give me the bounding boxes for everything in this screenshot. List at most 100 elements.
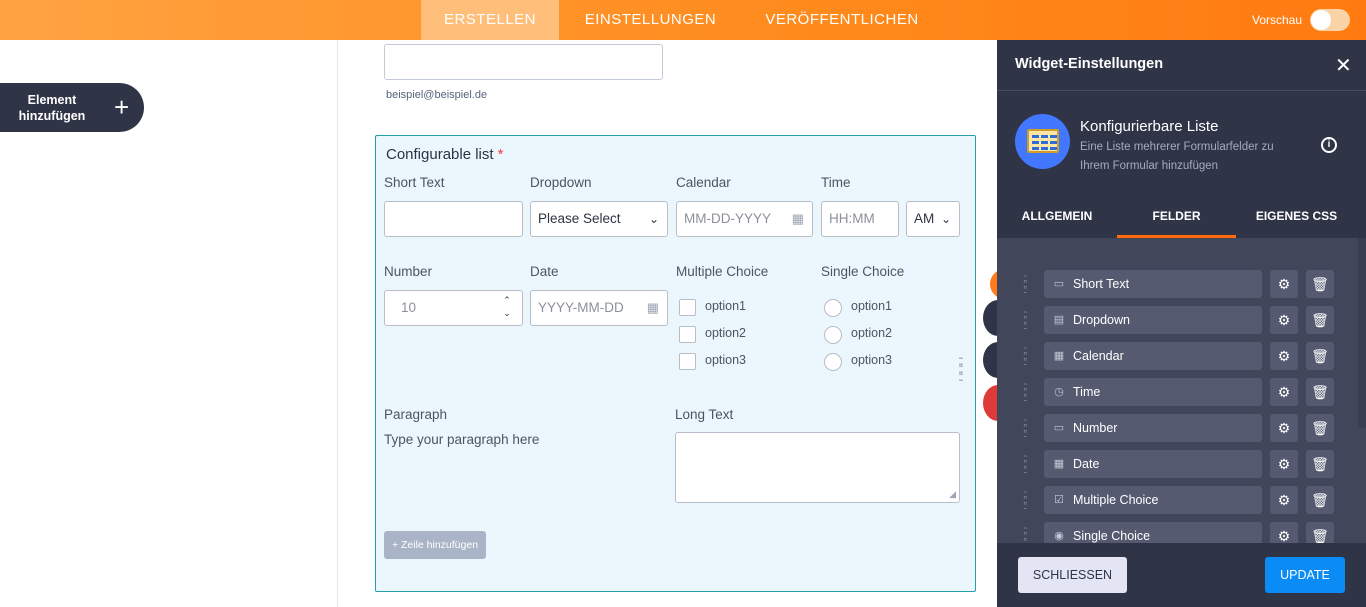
short-text-input[interactable]	[384, 201, 523, 237]
field-row[interactable]: :::::: Calendar ▦ ⚙ 🗑	[1020, 342, 1340, 370]
add-row-button[interactable]: + Zeile hinzufügen	[384, 531, 486, 559]
gear-icon[interactable]: ⚙	[1270, 522, 1298, 543]
gear-icon[interactable]: ⚙	[1270, 486, 1298, 514]
add-element-button[interactable]: Element hinzufügen +	[0, 83, 144, 132]
short-text-icon: ▭	[1053, 278, 1065, 290]
checkbox-option3-label: option3	[705, 353, 747, 367]
dropdown-select[interactable]: Please Select ⌄	[530, 201, 668, 237]
drag-handle-icon[interactable]: ::::::	[1023, 490, 1027, 512]
radio-option3[interactable]	[824, 353, 842, 371]
field-name-text: Multiple Choice	[1073, 493, 1159, 507]
list-title-text: Configurable list	[386, 146, 494, 163]
checkbox-option1[interactable]	[679, 299, 696, 316]
trash-icon[interactable]: 🗑	[1306, 414, 1334, 442]
trash-icon[interactable]: 🗑	[1306, 378, 1334, 406]
trash-icon[interactable]: 🗑	[1306, 486, 1334, 514]
field-list: :::::: Short Text ▭ ⚙ 🗑:::::: Dropdown ▤ ⚙ 🗑::::…	[997, 238, 1366, 543]
drag-handle-icon[interactable]: ::::::	[1023, 346, 1027, 368]
tab-erstellen[interactable]: ERSTELLEN	[421, 0, 559, 40]
trash-icon[interactable]: 🗑	[1306, 522, 1334, 543]
calendar-placeholder: MM-DD-YYYY	[684, 211, 771, 226]
info-icon[interactable]: i	[1321, 137, 1337, 153]
gear-icon[interactable]: ⚙	[1270, 270, 1298, 298]
calendar-icon: ▦	[1053, 458, 1065, 470]
radio-option2[interactable]	[824, 326, 842, 344]
widget-description: Eine Liste mehrerer Formularfelder zu Ih…	[1080, 141, 1274, 172]
field-name: Multiple Choice	[1044, 486, 1262, 514]
close-button[interactable]: SCHLIESSEN	[1018, 557, 1127, 593]
calendar-icon[interactable]: ▦	[792, 202, 804, 236]
checkbox-option1-label: option1	[705, 299, 747, 313]
radio-option3-label: option3	[851, 353, 893, 367]
tab-allgemein[interactable]: ALLGEMEIN	[1004, 195, 1110, 238]
calendar-icon: ▦	[1053, 350, 1065, 362]
trash-icon[interactable]: 🗑	[1306, 270, 1334, 298]
tab-eigenes-css[interactable]: EIGENES CSS	[1244, 195, 1349, 238]
col-label-dropdown: Dropdown	[530, 175, 592, 190]
drag-handle-icon[interactable]: ::::::	[1023, 418, 1027, 440]
field-row[interactable]: :::::: Time ◷ ⚙ 🗑	[1020, 378, 1340, 406]
trash-icon[interactable]: 🗑	[1306, 450, 1334, 478]
drag-handle-icon[interactable]: ::::::	[1023, 382, 1027, 404]
list-card-icon	[1027, 129, 1059, 153]
number-spinner-icon[interactable]: ⌃ ⌄	[502, 294, 512, 320]
radio-option1-label: option1	[851, 299, 893, 313]
time-placeholder: HH:MM	[829, 211, 875, 226]
gear-icon[interactable]: ⚙	[1270, 378, 1298, 406]
time-input[interactable]: HH:MM	[821, 201, 899, 237]
tab-veroeffentlichen[interactable]: VERÖFFENTLICHEN	[752, 0, 932, 40]
checkbox-option3[interactable]	[679, 353, 696, 370]
radio-option1[interactable]	[824, 299, 842, 317]
drag-handle-icon[interactable]: ::::::	[958, 353, 964, 383]
field-name-text: Number	[1073, 421, 1118, 435]
field-row[interactable]: :::::: Number ▭ ⚙ 🗑	[1020, 414, 1340, 442]
number-placeholder: 10	[401, 300, 417, 315]
resize-grip-icon[interactable]: ◢	[949, 489, 956, 500]
field-name: Number	[1044, 414, 1262, 442]
gear-icon[interactable]: ⚙	[1270, 342, 1298, 370]
field-name-text: Date	[1073, 457, 1100, 471]
chevron-down-icon: ⌄	[940, 212, 951, 226]
drag-handle-icon[interactable]: ::::::	[1023, 454, 1027, 476]
dropdown-value: Please Select	[538, 211, 621, 226]
field-name-text: Calendar	[1073, 349, 1124, 363]
drag-handle-icon[interactable]: ::::::	[1023, 310, 1027, 332]
panel-title: Widget-Einstellungen	[1015, 56, 1164, 72]
checkbox-option2[interactable]	[679, 326, 696, 343]
widget-list-icon	[1015, 114, 1070, 169]
list-title: Configurable list *	[386, 146, 503, 163]
field-row[interactable]: :::::: Short Text ▭ ⚙ 🗑	[1020, 270, 1340, 298]
field-name-text: Single Choice	[1073, 529, 1151, 543]
email-field[interactable]	[384, 44, 663, 80]
gear-icon[interactable]: ⚙	[1270, 306, 1298, 334]
field-row[interactable]: :::::: Dropdown ▤ ⚙ 🗑	[1020, 306, 1340, 334]
preview-toggle[interactable]	[1310, 9, 1350, 31]
ampm-select[interactable]: AM ⌄	[906, 201, 960, 237]
number-icon: ▭	[1053, 422, 1065, 434]
close-icon[interactable]: ✕	[1335, 53, 1352, 78]
tab-einstellungen[interactable]: EINSTELLUNGEN	[568, 0, 733, 40]
trash-icon[interactable]: 🗑	[1306, 306, 1334, 334]
trash-icon[interactable]: 🗑	[1306, 342, 1334, 370]
col-label-time: Time	[821, 175, 851, 190]
tab-felder[interactable]: FELDER	[1117, 195, 1236, 238]
calendar-icon[interactable]: ▦	[647, 291, 659, 325]
col-label-date: Date	[530, 264, 559, 279]
update-button[interactable]: UPDATE	[1265, 557, 1345, 593]
long-text-textarea[interactable]: ◢	[675, 432, 960, 503]
gear-icon[interactable]: ⚙	[1270, 450, 1298, 478]
field-row[interactable]: :::::: Single Choice ◉ ⚙ 🗑	[1020, 522, 1340, 543]
drag-handle-icon[interactable]: ::::::	[1023, 526, 1027, 544]
field-row[interactable]: :::::: Multiple Choice ☑ ⚙ 🗑	[1020, 486, 1340, 514]
preview-label: Vorschau	[1252, 13, 1303, 27]
toggle-knob	[1311, 10, 1331, 30]
col-label-number: Number	[384, 264, 433, 279]
field-row[interactable]: :::::: Date ▦ ⚙ 🗑	[1020, 450, 1340, 478]
drag-handle-icon[interactable]: ::::::	[1023, 274, 1027, 296]
number-input[interactable]: 10 ⌃ ⌄	[384, 290, 523, 326]
gear-icon[interactable]: ⚙	[1270, 414, 1298, 442]
date-input[interactable]: YYYY-MM-DD ▦	[530, 290, 668, 326]
paragraph-text: Type your paragraph here	[384, 432, 540, 447]
calendar-input[interactable]: MM-DD-YYYY ▦	[676, 201, 813, 237]
field-list-scrollbar[interactable]	[1358, 238, 1366, 428]
